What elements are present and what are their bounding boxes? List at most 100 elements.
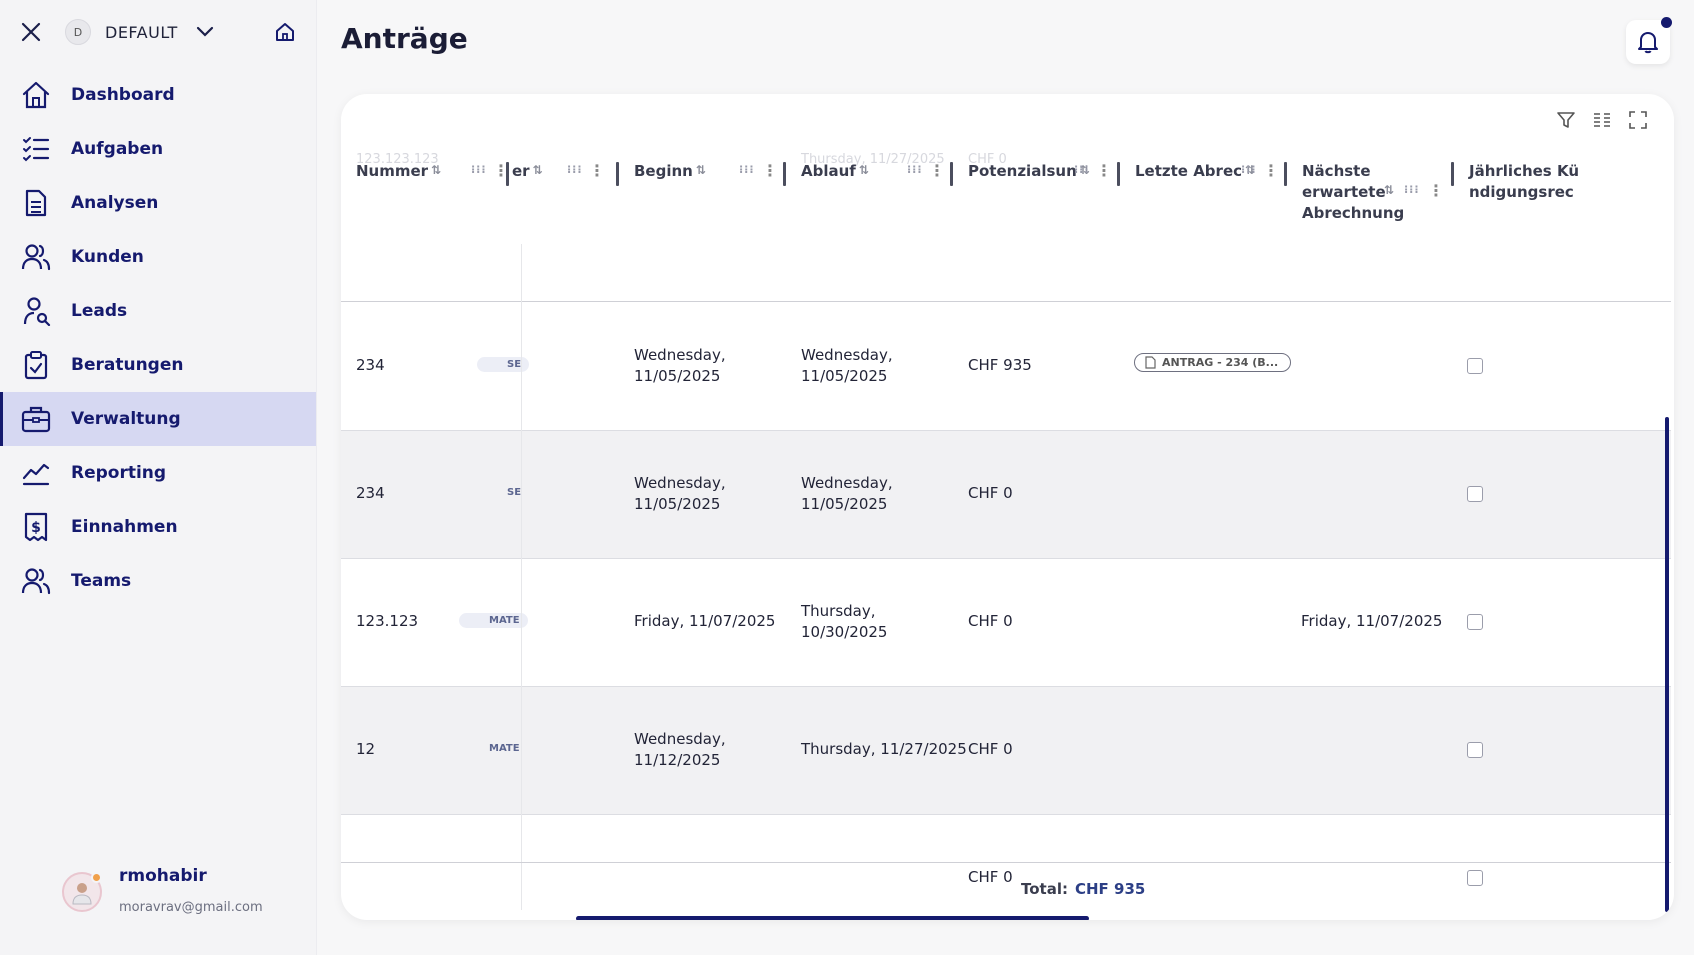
divider — [341, 862, 1671, 863]
sidebar-item-label: Leads — [71, 301, 128, 321]
column-resizer[interactable] — [616, 162, 619, 186]
table-row[interactable]: 234 SE Wednesday, 11/05/2025 Wednesday, … — [341, 303, 1671, 431]
drag-handle-icon[interactable]: ⁝⁝⁝ — [907, 163, 923, 176]
checkbox[interactable] — [1467, 486, 1483, 502]
sidebar-item-leads[interactable]: Leads — [0, 284, 316, 338]
column-resizer[interactable] — [783, 162, 786, 186]
table-toolbar — [1554, 108, 1650, 132]
column-header-nummer[interactable]: Nummer ⇅ ⁝⁝⁝ ⋮ — [356, 148, 511, 258]
fullscreen-icon[interactable] — [1626, 108, 1650, 132]
briefcase-icon — [19, 402, 53, 436]
sidebar-item-label: Teams — [71, 571, 132, 591]
column-resizer[interactable] — [1117, 162, 1120, 186]
column-resizer[interactable] — [506, 162, 509, 186]
document-icon — [19, 186, 53, 220]
column-menu-icon[interactable]: ⋮ — [1428, 181, 1444, 200]
horizontal-scrollbar[interactable] — [576, 916, 1089, 920]
column-header-beginn[interactable]: Beginn ⇅ ⁝⁝⁝ ⋮ — [616, 148, 786, 258]
sidebar-item-label: Dashboard — [71, 85, 175, 105]
svg-text:$: $ — [31, 520, 41, 536]
avatar[interactable] — [62, 872, 102, 912]
close-icon[interactable] — [16, 17, 46, 47]
table-row[interactable]: 234 SE Wednesday, 11/05/2025 Wednesday, … — [341, 431, 1671, 559]
column-header-ablauf[interactable]: Ablauf ⇅ ⁝⁝⁝ ⋮ — [783, 148, 953, 258]
status-dot — [91, 872, 102, 883]
drag-handle-icon[interactable]: ⁝⁝⁝ — [567, 163, 583, 176]
customers-icon — [19, 240, 53, 274]
cell-nummer: 234 — [356, 484, 385, 502]
sort-icon[interactable]: ⇅ — [696, 148, 706, 177]
clipboard-icon — [19, 348, 53, 382]
column-menu-icon[interactable]: ⋮ — [1096, 161, 1112, 180]
page-title: Anträge — [341, 22, 468, 55]
sidebar: D DEFAULT Dashboard Aufgaben Analysen Ku… — [0, 0, 317, 955]
sort-icon[interactable]: ⇅ — [859, 148, 869, 177]
status-chip: MATE — [459, 613, 528, 628]
drag-handle-icon[interactable]: ⁝⁝⁝ — [471, 163, 487, 176]
document-link-badge[interactable]: ANTRAG - 234 (B... — [1134, 353, 1292, 372]
column-header-jaehrliches-kuendigungsrecht[interactable]: Jährliches Kündigungsrec — [1451, 148, 1671, 258]
drag-handle-icon[interactable]: ⁝⁝⁝ — [1404, 183, 1420, 196]
sidebar-item-beratungen[interactable]: Beratungen — [0, 338, 316, 392]
column-header-potenzial[interactable]: Potenzialsun ⇅ ⁝⁝⁝ ⋮ — [950, 148, 1120, 258]
column-resizer[interactable] — [950, 162, 953, 186]
drag-handle-icon[interactable]: ⁝⁝⁝ — [1074, 163, 1090, 176]
home-icon — [19, 78, 53, 112]
notifications-button[interactable] — [1626, 17, 1672, 64]
filter-icon[interactable] — [1554, 108, 1578, 132]
column-header-partial[interactable]: er ⇅ ⁝⁝⁝ ⋮ — [506, 148, 616, 258]
drag-handle-icon[interactable]: ⁝⁝⁝ — [1241, 163, 1257, 176]
column-menu-icon[interactable]: ⋮ — [929, 161, 945, 180]
sort-icon[interactable]: ⇅ — [431, 148, 441, 177]
column-label: Nächste erwartete Abrechnung — [1302, 162, 1405, 222]
sidebar-item-kunden[interactable]: Kunden — [0, 230, 316, 284]
chevron-down-icon[interactable] — [194, 21, 216, 43]
table-row[interactable]: 12 MATE Wednesday, 11/12/2025 Thursday, … — [341, 687, 1671, 815]
sidebar-item-dashboard[interactable]: Dashboard — [0, 68, 316, 122]
sidebar-item-reporting[interactable]: Reporting — [0, 446, 316, 500]
columns-icon[interactable] — [1590, 108, 1614, 132]
checkbox[interactable] — [1467, 870, 1483, 886]
checkbox[interactable] — [1467, 742, 1483, 758]
chart-line-icon — [19, 456, 53, 490]
cell-ablauf: Thursday, 10/30/2025 — [801, 602, 888, 641]
sidebar-item-einnahmen[interactable]: $ Einnahmen — [0, 500, 316, 554]
badge-label: ANTRAG - 234 (B... — [1162, 356, 1279, 369]
table-row[interactable]: 123.123 MATE Friday, 11/07/2025 Thursday… — [341, 559, 1671, 687]
status-chip: MATE — [489, 743, 520, 754]
sidebar-item-verwaltung[interactable]: Verwaltung — [0, 392, 316, 446]
divider — [341, 301, 1671, 302]
sort-icon[interactable]: ⇅ — [533, 148, 543, 177]
notification-dot — [1661, 17, 1672, 28]
checkbox[interactable] — [1467, 358, 1483, 374]
user-profile[interactable]: rmohabir moravrav@gmail.com — [62, 866, 263, 915]
column-label: Potenzialsun — [968, 162, 1077, 180]
sidebar-item-analysen[interactable]: Analysen — [0, 176, 316, 230]
column-menu-icon[interactable]: ⋮ — [1263, 161, 1279, 180]
sort-icon[interactable]: ⇅ — [1384, 168, 1394, 197]
column-label: Nummer — [356, 162, 429, 180]
cell-potenzial: CHF 0 — [968, 612, 1013, 630]
table-row[interactable]: CHF 0 — [341, 815, 1671, 920]
column-resizer[interactable] — [1284, 162, 1287, 186]
column-header-naechste-abrechnung[interactable]: Nächste erwartete Abrechnung ⇅ ⁝⁝⁝ ⋮ — [1284, 148, 1454, 258]
column-menu-icon[interactable]: ⋮ — [589, 161, 605, 180]
cell-naechste: Friday, 11/07/2025 — [1301, 612, 1443, 630]
total-label: Total: — [1021, 880, 1068, 898]
org-name[interactable]: DEFAULT — [105, 23, 178, 42]
sidebar-item-teams[interactable]: Teams — [0, 554, 316, 608]
cell-nummer: 234 — [356, 356, 385, 374]
user-info: rmohabir moravrav@gmail.com — [119, 866, 263, 915]
checkbox[interactable] — [1467, 614, 1483, 630]
column-resizer[interactable] — [1451, 162, 1454, 186]
sidebar-item-label: Beratungen — [71, 355, 184, 375]
sidebar-item-aufgaben[interactable]: Aufgaben — [0, 122, 316, 176]
column-menu-icon[interactable]: ⋮ — [762, 161, 778, 180]
drag-handle-icon[interactable]: ⁝⁝⁝ — [739, 163, 755, 176]
vertical-scrollbar[interactable] — [1665, 417, 1669, 912]
sidebar-header: D DEFAULT — [16, 14, 300, 50]
sidebar-item-label: Einnahmen — [71, 517, 178, 537]
column-header-letzte-abrechnung[interactable]: Letzte Abrec ⇅ ⁝⁝⁝ ⋮ — [1117, 148, 1287, 258]
cell-ablauf: Thursday, 11/27/2025 — [801, 740, 967, 758]
home-icon[interactable] — [270, 17, 300, 47]
